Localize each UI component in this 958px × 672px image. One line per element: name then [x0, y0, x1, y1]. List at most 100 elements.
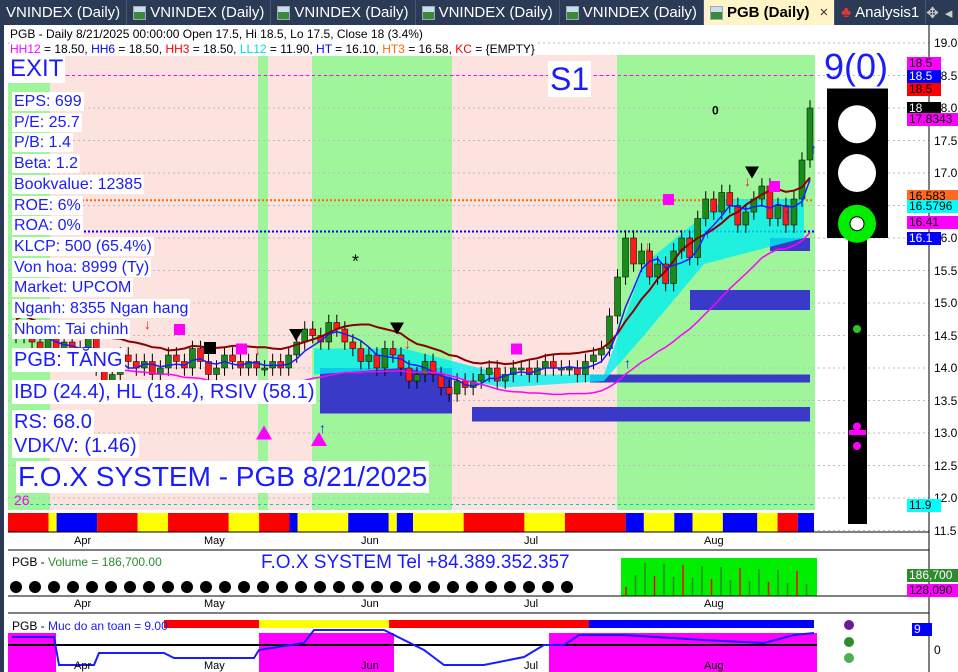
month-label: May: [204, 660, 225, 672]
signal-strip-segment: [228, 513, 260, 532]
square-marker: [663, 194, 674, 205]
volume-dot: [428, 581, 440, 593]
price-tag: 18.5: [907, 56, 941, 70]
signal-strip-segment: [137, 513, 168, 532]
candle-up: [798, 159, 806, 200]
candle-down: [734, 205, 742, 226]
volume-dot: [314, 581, 326, 593]
level-key: HH12: [10, 42, 41, 56]
volume-panel-title: PGB - Volume = 186,700.00: [12, 555, 162, 569]
rs-label: RS: 68.0: [12, 410, 94, 434]
tab-label: Analysis1: [855, 4, 920, 21]
safety-zero-tick: 0: [934, 643, 941, 657]
light-off-icon: [838, 154, 876, 192]
volume-dot: [504, 581, 516, 593]
square-marker: [511, 343, 522, 355]
tab-label: VNINDEX (Daily): [582, 4, 697, 21]
candle-up: [790, 198, 798, 226]
tab-vnindex-2[interactable]: VNINDEX (Daily): [127, 0, 272, 25]
light-off-icon: [838, 105, 876, 144]
contact-label: F.O.X SYSTEM Tel +84.389.352.357: [261, 552, 570, 573]
tab-label: VNINDEX (Daily): [294, 4, 409, 21]
signal-strip-segment: [297, 513, 349, 532]
trend-label: PGB: TĂNG: [12, 348, 125, 372]
signal-strip-segment: [797, 513, 814, 532]
tab-analysis1[interactable]: ♣ Analysis1: [835, 0, 927, 25]
dot-marker: [853, 325, 861, 333]
safety-strip: [589, 620, 814, 628]
level-value: = 18.50,: [115, 42, 166, 56]
price-tick: 14.0: [934, 361, 958, 375]
signal-strip-segment: [564, 513, 626, 532]
signal-strip-segment: [56, 513, 98, 532]
tab-bar: VNINDEX (Daily) VNINDEX (Daily) VNINDEX …: [0, 0, 958, 25]
month-label: Apr: [74, 535, 92, 547]
fundamental-item: Von hoa: 8999 (Ty): [12, 257, 152, 277]
volume-dot: [200, 581, 212, 593]
square-marker: [204, 342, 216, 354]
status-dot: [844, 637, 854, 647]
volume-dot: [67, 581, 79, 593]
price-tag: 18.5: [907, 82, 941, 96]
candle-up: [718, 192, 726, 213]
signal-strip-segment: [524, 513, 565, 532]
signal-s1-label: S1: [548, 61, 592, 97]
volume-dot: [105, 581, 117, 593]
candle-down: [710, 198, 718, 213]
support-box: [472, 407, 810, 422]
signal-strip-segment: [777, 513, 798, 532]
candle-down: [349, 341, 357, 349]
sell-arrow-icon: ↓: [404, 336, 411, 352]
level-key: HH6: [91, 42, 116, 56]
buy-arrow-icon: ↑: [704, 225, 711, 241]
fundamental-item: ROE: 6%: [12, 195, 83, 215]
safety-strip: [259, 620, 389, 628]
candle-up: [381, 348, 389, 369]
tab-pgb-daily[interactable]: PGB (Daily) ×: [703, 0, 836, 25]
volume-avg-tag: 128,090: [907, 584, 958, 597]
candle-down: [445, 387, 453, 395]
tab-label: VNINDEX (Daily): [438, 4, 553, 21]
fundamental-item: KLCP: 500 (65.4%): [12, 236, 154, 256]
vdk-label: VDK/V: (1.46): [12, 434, 139, 458]
candle-up: [614, 276, 621, 317]
volume-dot: [352, 581, 364, 593]
price-tag: 16.1: [907, 232, 941, 245]
level-key: HT3: [382, 42, 405, 56]
candle-down: [686, 237, 693, 258]
volume-dot: [48, 581, 60, 593]
month-label: Jul: [524, 535, 539, 547]
signal-strip-segment: [413, 513, 464, 532]
candle-down: [373, 354, 381, 369]
price-tick: 17.5: [934, 133, 958, 148]
dot-marker: [853, 422, 861, 431]
square-marker: [769, 181, 780, 192]
close-tab-icon[interactable]: ×: [819, 0, 828, 25]
signal-strip-segment: [625, 513, 644, 532]
candle-down: [405, 367, 413, 382]
sell-arrow-icon: ↓: [144, 316, 151, 332]
tab-vnindex-5[interactable]: VNINDEX (Daily): [560, 0, 704, 25]
signal-strip-segment: [97, 513, 138, 532]
candle-down: [357, 348, 365, 362]
tab-vnindex-4[interactable]: VNINDEX (Daily): [416, 0, 560, 25]
candle-down: [309, 328, 316, 336]
fundamental-item: Market: UPCOM: [12, 278, 134, 298]
candle-down: [125, 354, 132, 362]
chart-area[interactable]: ↓ ↓ ↓ ↓ ↓ ↑ ↑ ↑ ↑ ↑ * 0 PGB - Daily 8/21/2025 00:00…: [0, 25, 958, 672]
safety-panel-title: PGB - Muc do an toan = 9.00: [12, 619, 168, 633]
tab-vnindex-1[interactable]: VNINDEX (Daily): [0, 0, 128, 25]
candle-up: [566, 367, 573, 371]
month-label: Jun: [361, 598, 379, 610]
star-icon: *: [352, 251, 359, 271]
volume-dot: [162, 581, 174, 593]
fundamental-item: Nhom: Tai chinh: [12, 319, 131, 339]
signal-strip-segment: [757, 513, 778, 532]
level-value: = 18.50,: [189, 42, 240, 56]
tab-scroll-controls[interactable]: ✥◂▸▾: [926, 4, 958, 22]
chart-icon: [133, 5, 147, 20]
tab-vnindex-3[interactable]: VNINDEX (Daily): [271, 0, 416, 25]
volume-dot: [10, 581, 22, 593]
volume-dot: [238, 581, 250, 593]
price-tick: 19.0: [934, 36, 958, 50]
